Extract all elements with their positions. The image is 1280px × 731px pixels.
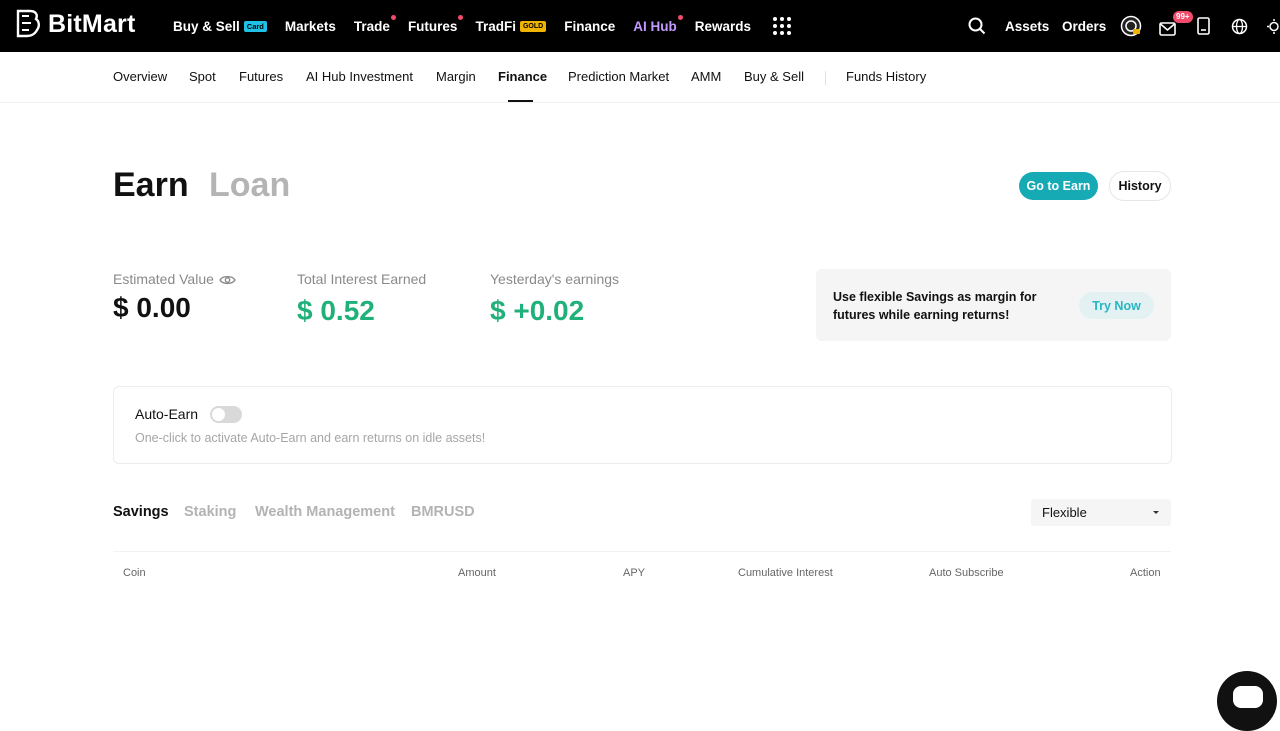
topnav-ai-hub[interactable]: AI Hub [633, 14, 683, 34]
auto-earn-card: Auto-Earn One-click to activate Auto-Ear… [113, 386, 1172, 464]
subnav-prediction-market[interactable]: Prediction Market [568, 69, 669, 84]
column-coin: Coin [123, 567, 146, 579]
top-nav: Buy & Sell Card Markets Trade Futures Tr… [173, 0, 791, 52]
chat-bubble-icon [1233, 686, 1263, 708]
card-badge: Card [243, 20, 267, 32]
subnav-buy-sell[interactable]: Buy & Sell [744, 69, 804, 84]
subnav-amm[interactable]: AMM [691, 69, 721, 84]
savings-type-select[interactable]: Flexible [1031, 499, 1171, 526]
eye-icon[interactable] [219, 273, 236, 291]
table-divider [113, 551, 1171, 552]
tab-wealth-management[interactable]: Wealth Management [255, 504, 395, 520]
topnav-rewards[interactable]: Rewards [695, 19, 751, 34]
loan-tab[interactable]: Loan [209, 166, 290, 205]
subnav-separator [825, 71, 826, 85]
tab-bmrusd[interactable]: BMRUSD [411, 504, 475, 520]
topnav-buy-sell[interactable]: Buy & Sell Card [173, 19, 267, 34]
brand-logo[interactable]: BitMart [14, 8, 136, 40]
topnav-trade[interactable]: Trade [354, 14, 396, 34]
sub-nav: Overview Spot Futures AI Hub Investment … [0, 53, 1280, 103]
tab-savings[interactable]: Savings [113, 504, 169, 520]
mail-count-badge: 99+ [1173, 11, 1193, 23]
subnav-overview[interactable]: Overview [113, 69, 167, 84]
orders-link[interactable]: Orders [1062, 0, 1106, 52]
promo-text: Use flexible Savings as margin for futur… [833, 290, 1037, 322]
avatar-icon[interactable] [1120, 0, 1142, 52]
topnav-tradfi[interactable]: TradFi GOLD [475, 19, 547, 34]
subnav-spot[interactable]: Spot [189, 69, 216, 84]
column-apy: APY [623, 567, 646, 579]
column-cumulative-interest: Cumulative Interest [738, 567, 833, 579]
notification-dot [677, 14, 683, 20]
topnav-finance[interactable]: Finance [564, 19, 615, 34]
estimated-value-label: Estimated Value [113, 271, 214, 287]
auto-earn-toggle[interactable] [210, 406, 242, 423]
tab-staking[interactable]: Staking [184, 504, 236, 520]
search-icon[interactable] [968, 0, 986, 52]
yesterday-earnings-value: $ +0.02 [490, 295, 585, 326]
auto-earn-title: Auto-Earn [135, 406, 199, 422]
notification-dot [458, 14, 464, 20]
subnav-futures[interactable]: Futures [239, 69, 283, 84]
total-interest-label: Total Interest Earned [297, 271, 427, 287]
mail-icon[interactable]: 99+ [1159, 0, 1193, 52]
topnav-futures[interactable]: Futures [408, 14, 464, 34]
promo-card: Use flexible Savings as margin for futur… [816, 269, 1171, 341]
active-tab-underline [508, 100, 533, 102]
select-value: Flexible [1042, 505, 1087, 520]
column-amount: Amount [458, 567, 496, 579]
top-bar: BitMart Buy & Sell Card Markets Trade Fu… [0, 0, 1280, 52]
total-interest-value: $ 0.52 [297, 295, 375, 326]
column-action: Action [1130, 567, 1161, 579]
toggle-knob [212, 408, 225, 421]
globe-icon[interactable] [1231, 0, 1248, 52]
earn-tab[interactable]: Earn [113, 166, 189, 205]
support-chat-button[interactable] [1217, 671, 1277, 731]
apps-grid-icon[interactable] [773, 17, 791, 35]
subnav-finance[interactable]: Finance [498, 69, 547, 84]
topnav-markets[interactable]: Markets [285, 19, 336, 34]
theme-icon[interactable] [1266, 0, 1280, 52]
notification-dot [390, 14, 396, 20]
bitmart-logo-icon [16, 9, 40, 38]
auto-earn-description: One-click to activate Auto-Earn and earn… [135, 431, 486, 445]
subnav-margin[interactable]: Margin [436, 69, 476, 84]
try-now-button[interactable]: Try Now [1079, 292, 1154, 319]
go-to-earn-button[interactable]: Go to Earn [1019, 172, 1098, 200]
estimated-value: $ 0.00 [113, 292, 191, 323]
subnav-funds-history[interactable]: Funds History [846, 69, 926, 84]
history-button[interactable]: History [1109, 171, 1171, 201]
assets-link[interactable]: Assets [1005, 0, 1049, 52]
subnav-ai-hub-investment[interactable]: AI Hub Investment [306, 69, 413, 84]
caret-down-icon [1153, 511, 1159, 514]
column-auto-subscribe: Auto Subscribe [929, 567, 1004, 579]
gold-badge: GOLD [519, 20, 547, 32]
yesterday-earnings-label: Yesterday's earnings [490, 271, 620, 287]
device-icon[interactable] [1197, 0, 1211, 52]
brand-name: BitMart [48, 9, 136, 38]
